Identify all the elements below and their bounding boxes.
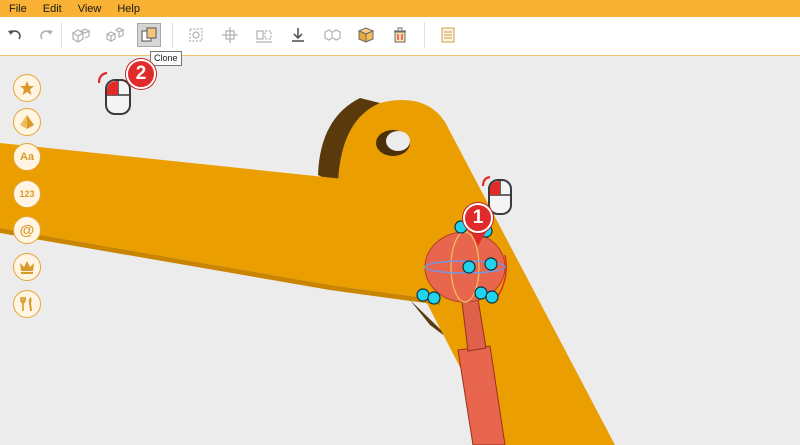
selection-handle[interactable]	[485, 290, 499, 304]
menu-help[interactable]: Help	[108, 3, 147, 15]
selection-handle[interactable]	[462, 260, 476, 274]
menu-file[interactable]: File	[0, 3, 34, 15]
selection-handle[interactable]	[484, 257, 498, 271]
box-button[interactable]	[354, 23, 378, 47]
drop-to-floor-button[interactable]	[286, 23, 310, 47]
drop-to-floor-icon	[292, 28, 304, 42]
notes-button[interactable]	[436, 23, 460, 47]
menu-view[interactable]: View	[69, 3, 109, 15]
crown-icon	[20, 261, 34, 274]
mirror-icon	[256, 30, 272, 43]
group-icon	[71, 28, 91, 44]
tools-icon	[20, 297, 32, 311]
toolbar	[0, 17, 800, 56]
distribute-icon	[222, 27, 238, 43]
redo-button[interactable]	[34, 23, 58, 47]
box-icon	[357, 27, 375, 43]
star-icon	[20, 81, 34, 95]
ungroup-icon	[105, 27, 125, 42]
undo-icon	[8, 30, 21, 40]
clone-button[interactable]	[137, 23, 161, 47]
sidebar-item-symbols[interactable]: @	[13, 216, 41, 244]
shapes-pyramid-icon	[20, 115, 34, 129]
toolbar-separator	[424, 22, 425, 48]
sidebar-item-crown[interactable]	[13, 253, 41, 281]
split-icon	[324, 29, 341, 41]
group-button[interactable]	[69, 23, 93, 47]
notes-icon	[441, 27, 455, 43]
toolbar-separator	[172, 22, 173, 48]
clone-icon	[141, 27, 157, 42]
distribute-button[interactable]	[218, 23, 242, 47]
redo-icon	[40, 30, 53, 40]
sidebar-item-shapes[interactable]	[13, 108, 41, 136]
delete-button[interactable]	[388, 23, 412, 47]
sidebar-item-text[interactable]: Aa	[13, 143, 41, 171]
sidebar-item-tools[interactable]	[13, 290, 41, 318]
align-button[interactable]	[184, 23, 208, 47]
callout-badge-2: 2	[126, 59, 156, 89]
split-button[interactable]	[320, 23, 344, 47]
selection-handle[interactable]	[427, 291, 441, 305]
toolbar-separator	[61, 22, 62, 48]
undo-button[interactable]	[3, 23, 27, 47]
selection-handle[interactable]	[474, 286, 488, 300]
pivot-hole-opening	[386, 131, 410, 151]
ungroup-button[interactable]	[103, 23, 127, 47]
delete-icon	[394, 27, 406, 43]
align-icon	[189, 28, 203, 42]
sidebar-item-favorites[interactable]	[13, 74, 41, 102]
menu-edit[interactable]: Edit	[34, 3, 69, 15]
sidebar-item-numbers[interactable]: 123	[13, 180, 41, 208]
callout-badge-1: 1	[463, 203, 493, 233]
menu-bar: File Edit View Help	[0, 0, 800, 17]
selection-handle[interactable]	[416, 288, 430, 302]
mirror-button[interactable]	[252, 23, 276, 47]
